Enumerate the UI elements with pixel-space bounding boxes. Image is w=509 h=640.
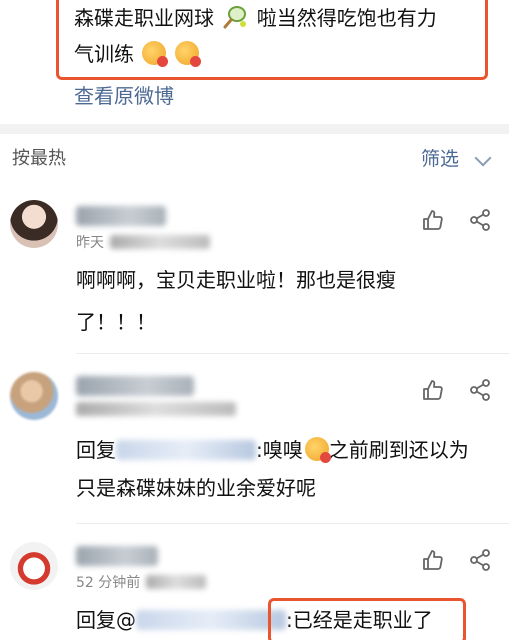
thumbs-up-icon[interactable] bbox=[421, 378, 445, 402]
reply-prefix: 回复@ bbox=[76, 608, 136, 632]
share-icon[interactable] bbox=[468, 548, 492, 572]
comment-meta: 52 分钟前 bbox=[76, 572, 207, 592]
comment-time: 52 分钟前 bbox=[76, 575, 141, 591]
username-blurred[interactable] bbox=[76, 376, 194, 396]
comment-meta bbox=[76, 402, 236, 418]
comment-item: 昨天 啊啊啊，宝贝走职业啦！那也是很瘦 了！！！ bbox=[0, 184, 509, 354]
reply-prefix: 回复 bbox=[76, 438, 116, 462]
comment-text-line1: 回复 :嗅嗅 之前刷到还以为 bbox=[76, 432, 486, 468]
comment-item: 回复 :嗅嗅 之前刷到还以为 只是森碟妹妹的业余爱好呢 bbox=[0, 354, 509, 524]
share-icon[interactable] bbox=[468, 378, 492, 402]
filter-button[interactable]: 筛选 bbox=[421, 144, 459, 171]
highlight-box bbox=[268, 598, 466, 640]
avatar[interactable] bbox=[10, 372, 58, 420]
comment-meta: 昨天 bbox=[76, 232, 210, 252]
comment-time: 昨天 bbox=[76, 235, 104, 251]
meta-blurred bbox=[76, 402, 236, 416]
section-divider bbox=[0, 124, 509, 134]
thumbs-up-icon[interactable] bbox=[421, 208, 445, 232]
location-blurred bbox=[110, 235, 210, 249]
comment-text-line2: 了！！！ bbox=[76, 310, 156, 334]
avatar[interactable] bbox=[10, 542, 58, 590]
grinning-emoji-icon bbox=[304, 437, 331, 463]
comment-text-line1b: 之前刷到还以为 bbox=[328, 438, 469, 462]
username-blurred[interactable] bbox=[76, 206, 166, 226]
comment-text-line1: 啊啊啊，宝贝走职业啦！那也是很瘦 bbox=[76, 268, 396, 292]
share-icon[interactable] bbox=[468, 208, 492, 232]
comment-item: 52 分钟前 回复@:已经是走职业了 bbox=[0, 524, 509, 640]
post-tail: 森碟走职业网球 啦当然得吃饱也有力 气训练 查看原微博 bbox=[0, 0, 509, 124]
view-original-link[interactable]: 查看原微博 bbox=[74, 80, 174, 109]
reply-colon: :嗅嗅 bbox=[256, 438, 303, 462]
mention-blurred[interactable] bbox=[136, 610, 286, 630]
location-blurred bbox=[146, 575, 207, 589]
sort-hot-button[interactable]: 按最热 bbox=[12, 144, 66, 170]
chevron-down-icon[interactable] bbox=[474, 149, 492, 167]
thumbs-up-icon[interactable] bbox=[421, 548, 445, 572]
mention-blurred[interactable] bbox=[116, 440, 256, 460]
sort-bar: 按最热 筛选 bbox=[0, 134, 509, 184]
avatar[interactable] bbox=[10, 200, 58, 248]
username-blurred[interactable] bbox=[76, 546, 158, 566]
comment-text: 回复 :嗅嗅 之前刷到还以为 只是森碟妹妹的业余爱好呢 bbox=[76, 432, 486, 506]
comment-text: 啊啊啊，宝贝走职业啦！那也是很瘦 了！！！ bbox=[76, 262, 486, 340]
highlight-box bbox=[56, 0, 488, 80]
comment-text-line2: 只是森碟妹妹的业余爱好呢 bbox=[76, 476, 316, 500]
